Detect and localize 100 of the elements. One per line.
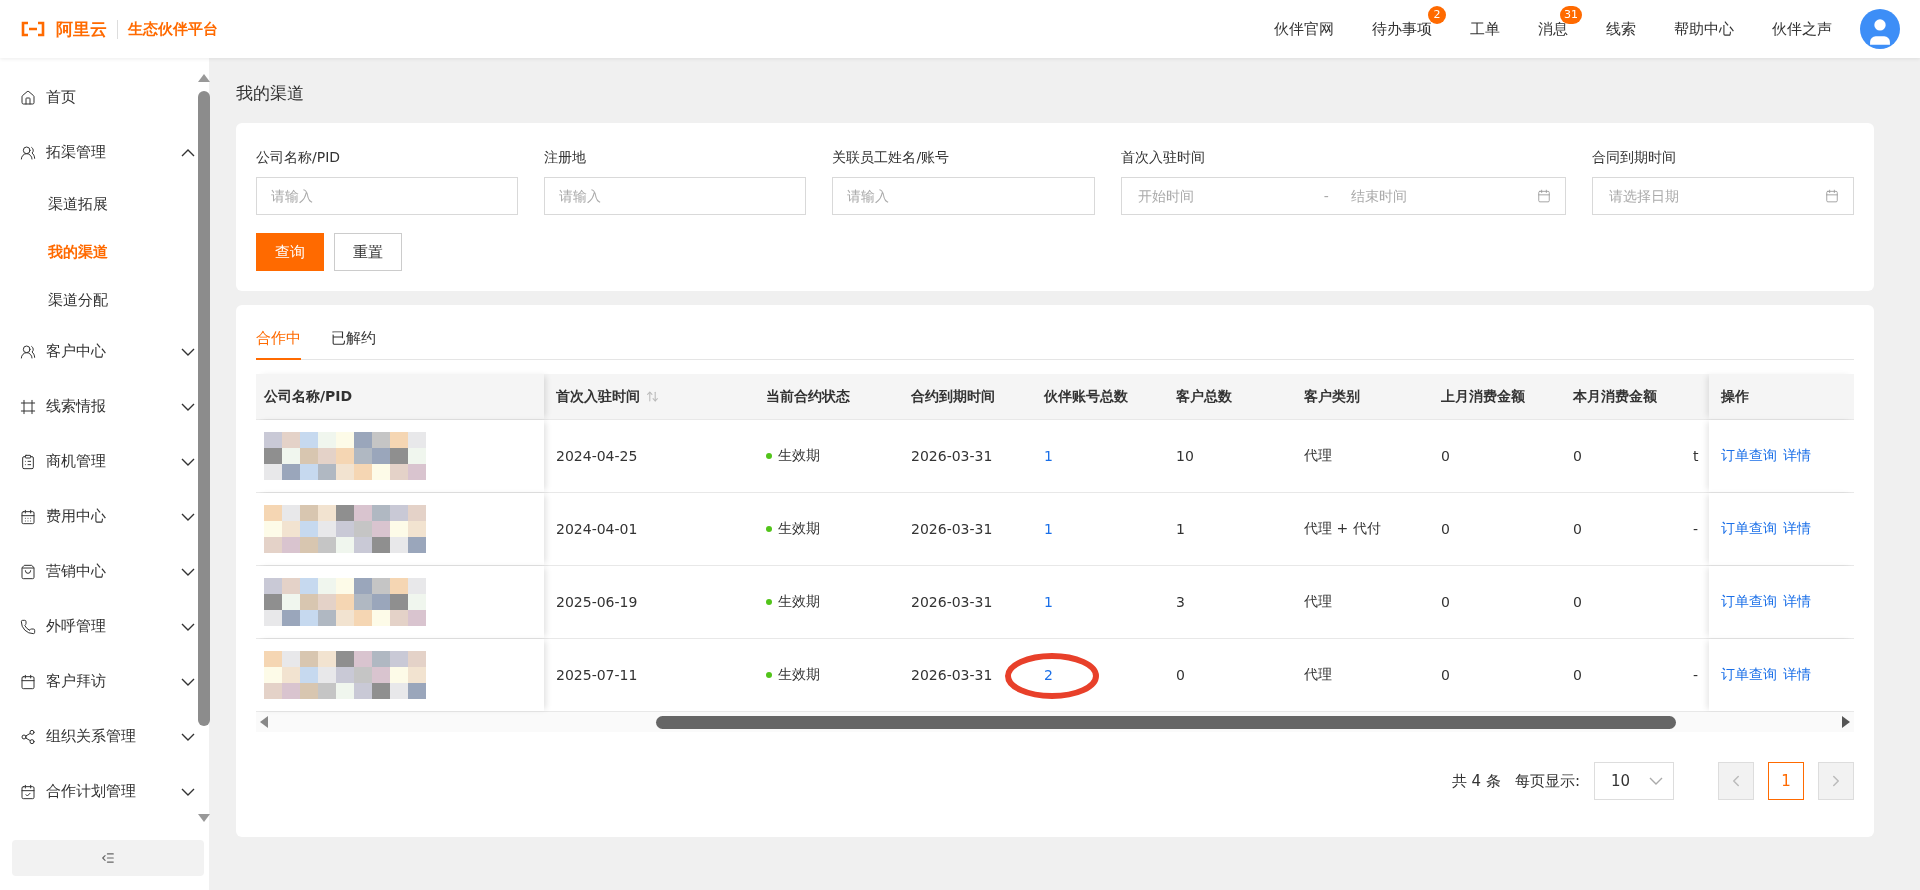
table-cell: 0 xyxy=(1176,667,1185,683)
field-label: 关联员工姓名/账号 xyxy=(832,149,951,167)
sidebar-item[interactable]: 外呼管理 xyxy=(0,599,195,654)
scroll-up-icon[interactable] xyxy=(198,74,210,82)
table-cell: 2026-03-31 xyxy=(911,448,993,464)
table-cell: 2026-03-31 xyxy=(911,594,993,610)
calendar-icon[interactable] xyxy=(1536,189,1551,203)
table-cell: 代理 xyxy=(1304,666,1332,684)
chevron-down-icon xyxy=(181,567,195,576)
action-link[interactable]: 订单查询 xyxy=(1721,447,1777,465)
total-count: 共 4 条 xyxy=(1451,771,1501,791)
input-field[interactable]: 请输入 xyxy=(832,177,1095,215)
home-icon xyxy=(20,89,36,106)
calendar-icon xyxy=(20,673,36,690)
end-date-input[interactable]: 结束时间 xyxy=(1338,187,1527,205)
sidebar-item[interactable]: 合作计划管理 xyxy=(0,764,195,819)
page-size-select[interactable]: 10 xyxy=(1594,762,1674,800)
platform-name: 生态伙伴平台 xyxy=(117,19,218,39)
input-field[interactable]: 请输入 xyxy=(256,177,519,215)
status-text: 生效期 xyxy=(778,520,820,538)
status-text: 生效期 xyxy=(778,666,820,684)
chevron-down-icon xyxy=(181,677,195,686)
table-cell: 0 xyxy=(1441,521,1450,537)
date-field[interactable]: 请选择日期 xyxy=(1591,177,1854,215)
table-cell: 1 xyxy=(1176,521,1185,537)
field-label: 注册地 xyxy=(544,149,588,167)
action-link[interactable]: 订单查询 xyxy=(1721,666,1777,684)
action-link[interactable]: 详情 xyxy=(1783,666,1811,684)
scroll-left-icon[interactable] xyxy=(260,716,268,728)
table-cell: 代理 xyxy=(1304,447,1332,465)
sidebar-item[interactable]: 渠道分配 xyxy=(0,276,195,324)
nav-link[interactable]: 帮助中心 xyxy=(1674,19,1734,39)
people-icon xyxy=(20,343,36,360)
scroll-down-icon[interactable] xyxy=(198,814,210,822)
next-page-button[interactable] xyxy=(1818,762,1854,800)
collapse-icon xyxy=(101,851,115,865)
nav-link[interactable]: 线索 xyxy=(1606,19,1636,39)
sort-icon[interactable] xyxy=(646,390,659,403)
action-link[interactable]: 详情 xyxy=(1783,447,1811,465)
chevron-down-icon xyxy=(181,347,195,356)
sidebar-item[interactable]: 组织关系管理 xyxy=(0,709,195,764)
nav-link[interactable]: 伙伴之声 xyxy=(1772,19,1832,39)
sidebar-item[interactable]: 客户拜访 xyxy=(0,654,195,709)
scrollbar-thumb[interactable] xyxy=(656,716,1676,729)
action-link[interactable]: 订单查询 xyxy=(1721,593,1777,611)
date-input[interactable]: 请选择日期 xyxy=(1606,187,1815,205)
avatar[interactable] xyxy=(1860,9,1900,49)
status-text: 生效期 xyxy=(778,593,820,611)
chevron-down-icon xyxy=(181,512,195,521)
count-link[interactable]: 1 xyxy=(1044,594,1053,610)
table-cell: 0 xyxy=(1441,448,1450,464)
sidebar-item[interactable]: 渠道拓展 xyxy=(0,180,195,228)
nav-link[interactable]: 工单 xyxy=(1470,19,1500,39)
status-text: 生效期 xyxy=(778,447,820,465)
table-cell: 0 xyxy=(1441,667,1450,683)
field-label: 首次入驻时间 xyxy=(1120,149,1206,167)
sidebar-item[interactable]: 商机管理 xyxy=(0,434,195,489)
horizontal-scrollbar[interactable] xyxy=(256,712,1854,732)
table-cell: 2025-07-11 xyxy=(556,667,638,683)
table-cell: 0 xyxy=(1573,448,1582,464)
table-cell: 2025-06-19 xyxy=(556,594,638,610)
table-cell: 10 xyxy=(1176,448,1194,464)
scrollbar-thumb[interactable] xyxy=(198,91,210,726)
field-label: 合同到期时间 xyxy=(1591,149,1677,167)
count-link[interactable]: 1 xyxy=(1044,448,1053,464)
chevron-down-icon xyxy=(181,622,195,631)
start-date-input[interactable]: 开始时间 xyxy=(1135,187,1314,205)
table-cell: 0 xyxy=(1441,594,1450,610)
reset-button[interactable]: 重置 xyxy=(334,233,402,271)
chevron-down-icon xyxy=(1649,777,1663,785)
sidebar-item[interactable]: 首页 xyxy=(0,70,195,125)
previous-page-button[interactable] xyxy=(1718,762,1754,800)
table-cell: - xyxy=(1693,667,1699,683)
sidebar-item[interactable]: 客户中心 xyxy=(0,324,195,379)
count-badge: 31 xyxy=(1560,5,1582,24)
scroll-right-icon[interactable] xyxy=(1842,716,1850,728)
input-field[interactable]: 请输入 xyxy=(544,177,807,215)
chevron-down-icon xyxy=(181,457,195,466)
count-link[interactable]: 2 xyxy=(1044,667,1053,683)
page-size-label: 每页显示: xyxy=(1514,771,1580,791)
nav-link[interactable]: 伙伴官网 xyxy=(1274,19,1334,39)
tab[interactable]: 已解约 xyxy=(331,321,376,360)
share-icon xyxy=(20,728,36,745)
sidebar-item[interactable]: 线索情报 xyxy=(0,379,195,434)
action-link[interactable]: 订单查询 xyxy=(1721,520,1777,538)
table-cell: 0 xyxy=(1573,594,1582,610)
chevron-down-icon xyxy=(181,787,195,796)
table-cell: 3 xyxy=(1176,594,1185,610)
action-link[interactable]: 详情 xyxy=(1783,593,1811,611)
action-link[interactable]: 详情 xyxy=(1783,520,1811,538)
sidebar-item[interactable]: 拓渠管理 xyxy=(0,125,195,180)
calendar-icon[interactable] xyxy=(1825,189,1839,203)
page-title: 我的渠道 xyxy=(236,82,305,105)
column-header: 公司名称/PID xyxy=(256,374,544,419)
sidebar-item[interactable]: 营销中心 xyxy=(0,544,195,599)
count-link[interactable]: 1 xyxy=(1044,521,1053,537)
logo-text: 阿里云 xyxy=(56,17,107,41)
table-cell: 2024-04-01 xyxy=(556,521,638,537)
table-cell: 代理 + 代付 xyxy=(1304,520,1381,538)
sidebar-item[interactable]: 费用中心 xyxy=(0,489,195,544)
